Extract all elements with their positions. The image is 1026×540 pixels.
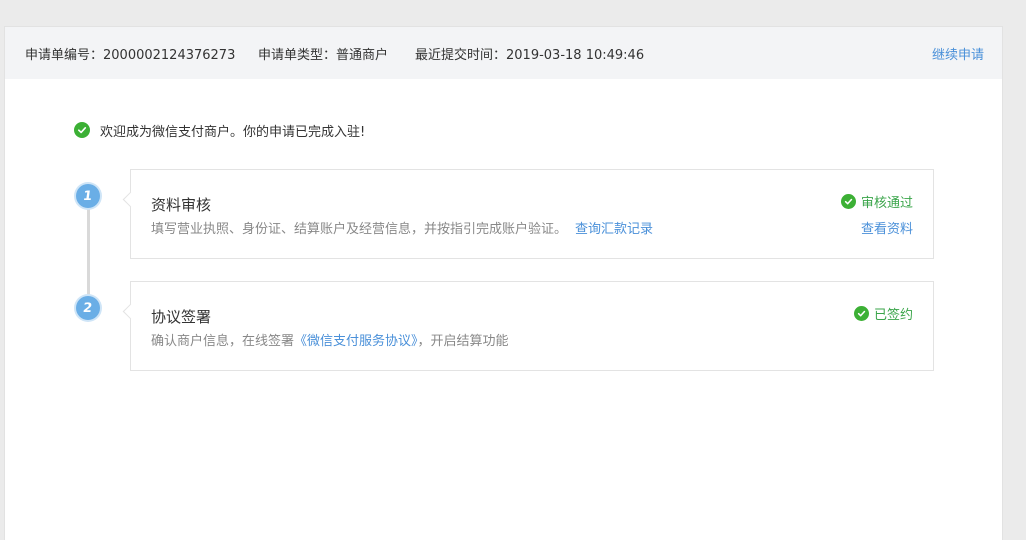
welcome-text: 欢迎成为微信支付商户。你的申请已完成入驻! (100, 124, 366, 140)
continue-application-link[interactable]: 继续申请 (932, 44, 984, 63)
check-circle-icon (840, 194, 856, 209)
step-2-description-before: 确认商户信息，在线签署 (151, 334, 295, 349)
submit-time: 最近提交时间：2019-03-18 10:49:46 (415, 44, 644, 63)
step-1-description-text: 填写营业执照、身份证、结算账户及经营信息，并按指引完成账户验证。 (151, 222, 568, 237)
application-number: 申请单编号：2000002124376273 (25, 44, 235, 63)
application-header: 申请单编号：2000002124376273 申请单类型：普通商户 最近提交时间… (5, 27, 1002, 79)
application-number-label: 申请单编号： (25, 48, 104, 63)
step-2-badge: 2 (76, 296, 100, 320)
step-2-description: 确认商户信息，在线签署《微信支付服务协议》，开启结算功能 (151, 330, 509, 349)
step-1-badge: 1 (76, 184, 100, 208)
application-card: 申请单编号：2000002124376273 申请单类型：普通商户 最近提交时间… (4, 26, 1003, 540)
check-circle-icon (74, 122, 90, 138)
application-type: 申请单类型：普通商户 (258, 44, 388, 63)
submit-time-value: 2019-03-18 10:49:46 (506, 48, 645, 63)
step-2-title: 协议签署 (151, 308, 212, 326)
step-1-status-text: 审核通过 (860, 196, 913, 211)
check-circle-icon (853, 306, 869, 321)
submit-time-label: 最近提交时间： (415, 48, 507, 63)
welcome-message: 欢迎成为微信支付商户。你的申请已完成入驻! (74, 121, 366, 140)
step-2-panel: 协议签署 确认商户信息，在线签署《微信支付服务协议》，开启结算功能 已签约 (130, 281, 934, 371)
step-1-title: 资料审核 (151, 196, 212, 214)
step-1-status: 审核通过 (840, 192, 913, 211)
step-1-panel: 资料审核 填写营业执照、身份证、结算账户及经营信息，并按指引完成账户验证。 查询汇… (130, 169, 934, 259)
application-type-label: 申请单类型： (258, 48, 337, 63)
step-1-number: 1 (82, 188, 94, 204)
step-2-number: 2 (82, 300, 94, 316)
step-1-description: 填写营业执照、身份证、结算账户及经营信息，并按指引完成账户验证。 查询汇款记录 (151, 218, 653, 237)
application-type-value: 普通商户 (336, 48, 389, 63)
remittance-record-link[interactable]: 查询汇款记录 (575, 222, 653, 237)
step-2-description-after: ，开启结算功能 (417, 334, 509, 349)
step-2-status-text: 已签约 (873, 308, 913, 323)
step-2-status: 已签约 (853, 304, 913, 323)
application-number-value: 2000002124376273 (103, 48, 236, 63)
service-agreement-link[interactable]: 《微信支付服务协议》 (294, 334, 418, 349)
view-materials-link[interactable]: 查看资料 (861, 218, 913, 237)
